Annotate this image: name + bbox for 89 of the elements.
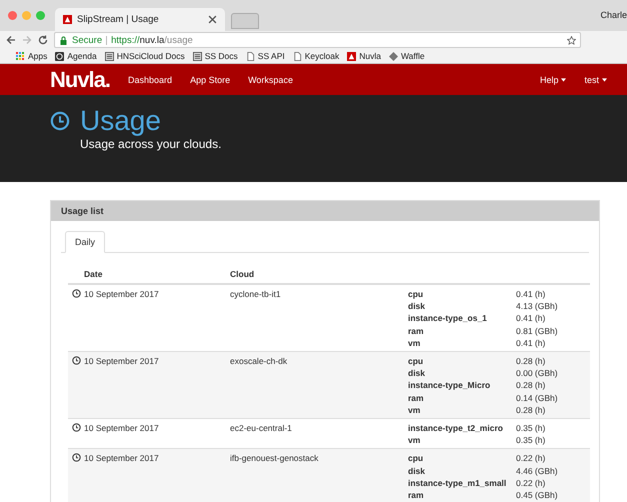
bookmark-link[interactable]: Keycloak xyxy=(292,51,340,61)
metric-name: ram xyxy=(408,392,425,404)
page-icon xyxy=(246,52,255,60)
document-icon xyxy=(104,52,114,60)
bookmark-link[interactable]: Apps xyxy=(16,51,48,61)
metric-value: 0.00 (GBh) xyxy=(516,367,559,380)
metric-value: 0.22 (h) xyxy=(516,452,546,465)
nav-link[interactable]: App Store xyxy=(190,74,230,84)
metric-value: 0.81 (GBh) xyxy=(516,324,559,337)
page-title: Usage xyxy=(80,105,162,137)
clock-icon xyxy=(72,356,81,366)
metric-value: 4.13 (GBh) xyxy=(516,300,559,312)
metric-value: 0.22 (h) xyxy=(516,476,546,490)
metric-name: cpu xyxy=(408,355,424,368)
metric-name: vm xyxy=(408,404,422,416)
minimize-window-button[interactable] xyxy=(22,11,31,20)
metric-value: 0.28 (h) xyxy=(516,404,546,416)
document-icon xyxy=(192,52,202,60)
new-tab-button[interactable] xyxy=(231,13,259,29)
page-subtitle: Usage across your clouds. xyxy=(80,137,222,151)
metric-value: 4.46 (GBh) xyxy=(516,464,559,477)
cloud-cell-text: ec2-eu-central-1 xyxy=(230,422,293,436)
maximize-window-button[interactable] xyxy=(36,11,45,20)
bookmark-link[interactable]: SS Docs xyxy=(192,51,238,61)
metric-value: 0.28 (h) xyxy=(516,379,546,392)
date-cell-text: 10 September 2017 xyxy=(84,288,160,301)
close-icon[interactable] xyxy=(208,15,217,24)
browser-tab[interactable]: SlipStream | Usage xyxy=(55,8,225,31)
bookmark-link[interactable]: HNSciCloud Docs xyxy=(104,51,185,61)
metric-name: instance-type_m1_small xyxy=(408,476,508,490)
dropdown-menu[interactable]: test xyxy=(584,74,607,84)
dropdown-menu[interactable]: Help xyxy=(540,74,566,84)
diamond-icon xyxy=(388,52,398,60)
agenda-icon xyxy=(55,52,64,60)
cloud-cell-text: cyclone-tb-it1 xyxy=(230,288,282,301)
back-arrow-icon[interactable] xyxy=(6,35,16,45)
bookmark-link[interactable]: SS API xyxy=(246,51,285,61)
metric-value: 0.41 (h) xyxy=(516,288,546,300)
metric-value: 0.35 (h) xyxy=(516,434,546,446)
metric-name: instance-type_os_1 xyxy=(408,312,488,325)
metric-value: 0.45 (GBh) xyxy=(516,489,559,502)
date-cell-text: 10 September 2017 xyxy=(84,422,160,436)
clock-icon xyxy=(72,423,81,432)
metric-name: disk xyxy=(408,300,426,312)
bookmark-link[interactable]: Nuvla xyxy=(347,51,381,61)
metric-value: 0.14 (GBh) xyxy=(516,392,559,404)
star-icon[interactable] xyxy=(567,36,576,44)
clock-icon xyxy=(72,453,81,462)
column-header: Date xyxy=(84,269,104,279)
metric-value: 0.41 (h) xyxy=(516,336,546,350)
panel-title: Usage list xyxy=(51,201,599,221)
cloud-cell-text: ifb-genouest-genostack xyxy=(230,452,320,466)
metric-name: disk xyxy=(408,464,426,477)
metric-name: ram xyxy=(408,489,425,502)
page-icon xyxy=(292,52,302,60)
metric-name: instance-type_t2_micro xyxy=(408,422,504,434)
metric-name: ram xyxy=(408,324,425,337)
close-window-button[interactable] xyxy=(8,11,17,20)
nav-link[interactable]: Dashboard xyxy=(128,74,172,84)
logo-icon xyxy=(63,15,72,24)
reload-icon[interactable] xyxy=(38,35,48,45)
caret-icon xyxy=(561,78,566,82)
metric-value: 0.28 (h) xyxy=(516,355,546,368)
tab[interactable]: Daily xyxy=(65,231,106,253)
logo-icon xyxy=(347,52,356,60)
clock-icon xyxy=(50,111,70,131)
column-header: Cloud xyxy=(230,269,256,279)
nav-link[interactable]: Workspace xyxy=(248,74,293,84)
metric-name: disk xyxy=(408,367,426,380)
caret-icon xyxy=(602,78,607,82)
cloud-cell-text: exoscale-ch-dk xyxy=(230,355,288,368)
metric-name: vm xyxy=(408,336,422,350)
logo[interactable]: Nuvla. xyxy=(50,66,110,92)
lock-icon xyxy=(59,36,68,44)
bookmark-link[interactable]: Waffle xyxy=(388,51,425,61)
date-cell-text: 10 September 2017 xyxy=(84,355,160,368)
clock-icon xyxy=(72,289,81,298)
metric-name: cpu xyxy=(408,452,424,465)
date-cell-text: 10 September 2017 xyxy=(84,452,160,466)
metric-value: 0.41 (h) xyxy=(516,312,546,325)
forward-arrow-icon[interactable] xyxy=(22,35,32,45)
profile-name[interactable]: Charle xyxy=(600,10,627,20)
apps-grid-icon xyxy=(16,52,25,60)
metric-name: cpu xyxy=(408,288,424,300)
bookmark-link[interactable]: Agenda xyxy=(55,51,97,61)
metric-name: instance-type_Micro xyxy=(408,379,492,392)
address-bar[interactable]: Secure https://nuv.la/usage xyxy=(54,32,581,48)
metric-name: vm xyxy=(408,434,422,446)
metric-value: 0.35 (h) xyxy=(516,422,546,434)
